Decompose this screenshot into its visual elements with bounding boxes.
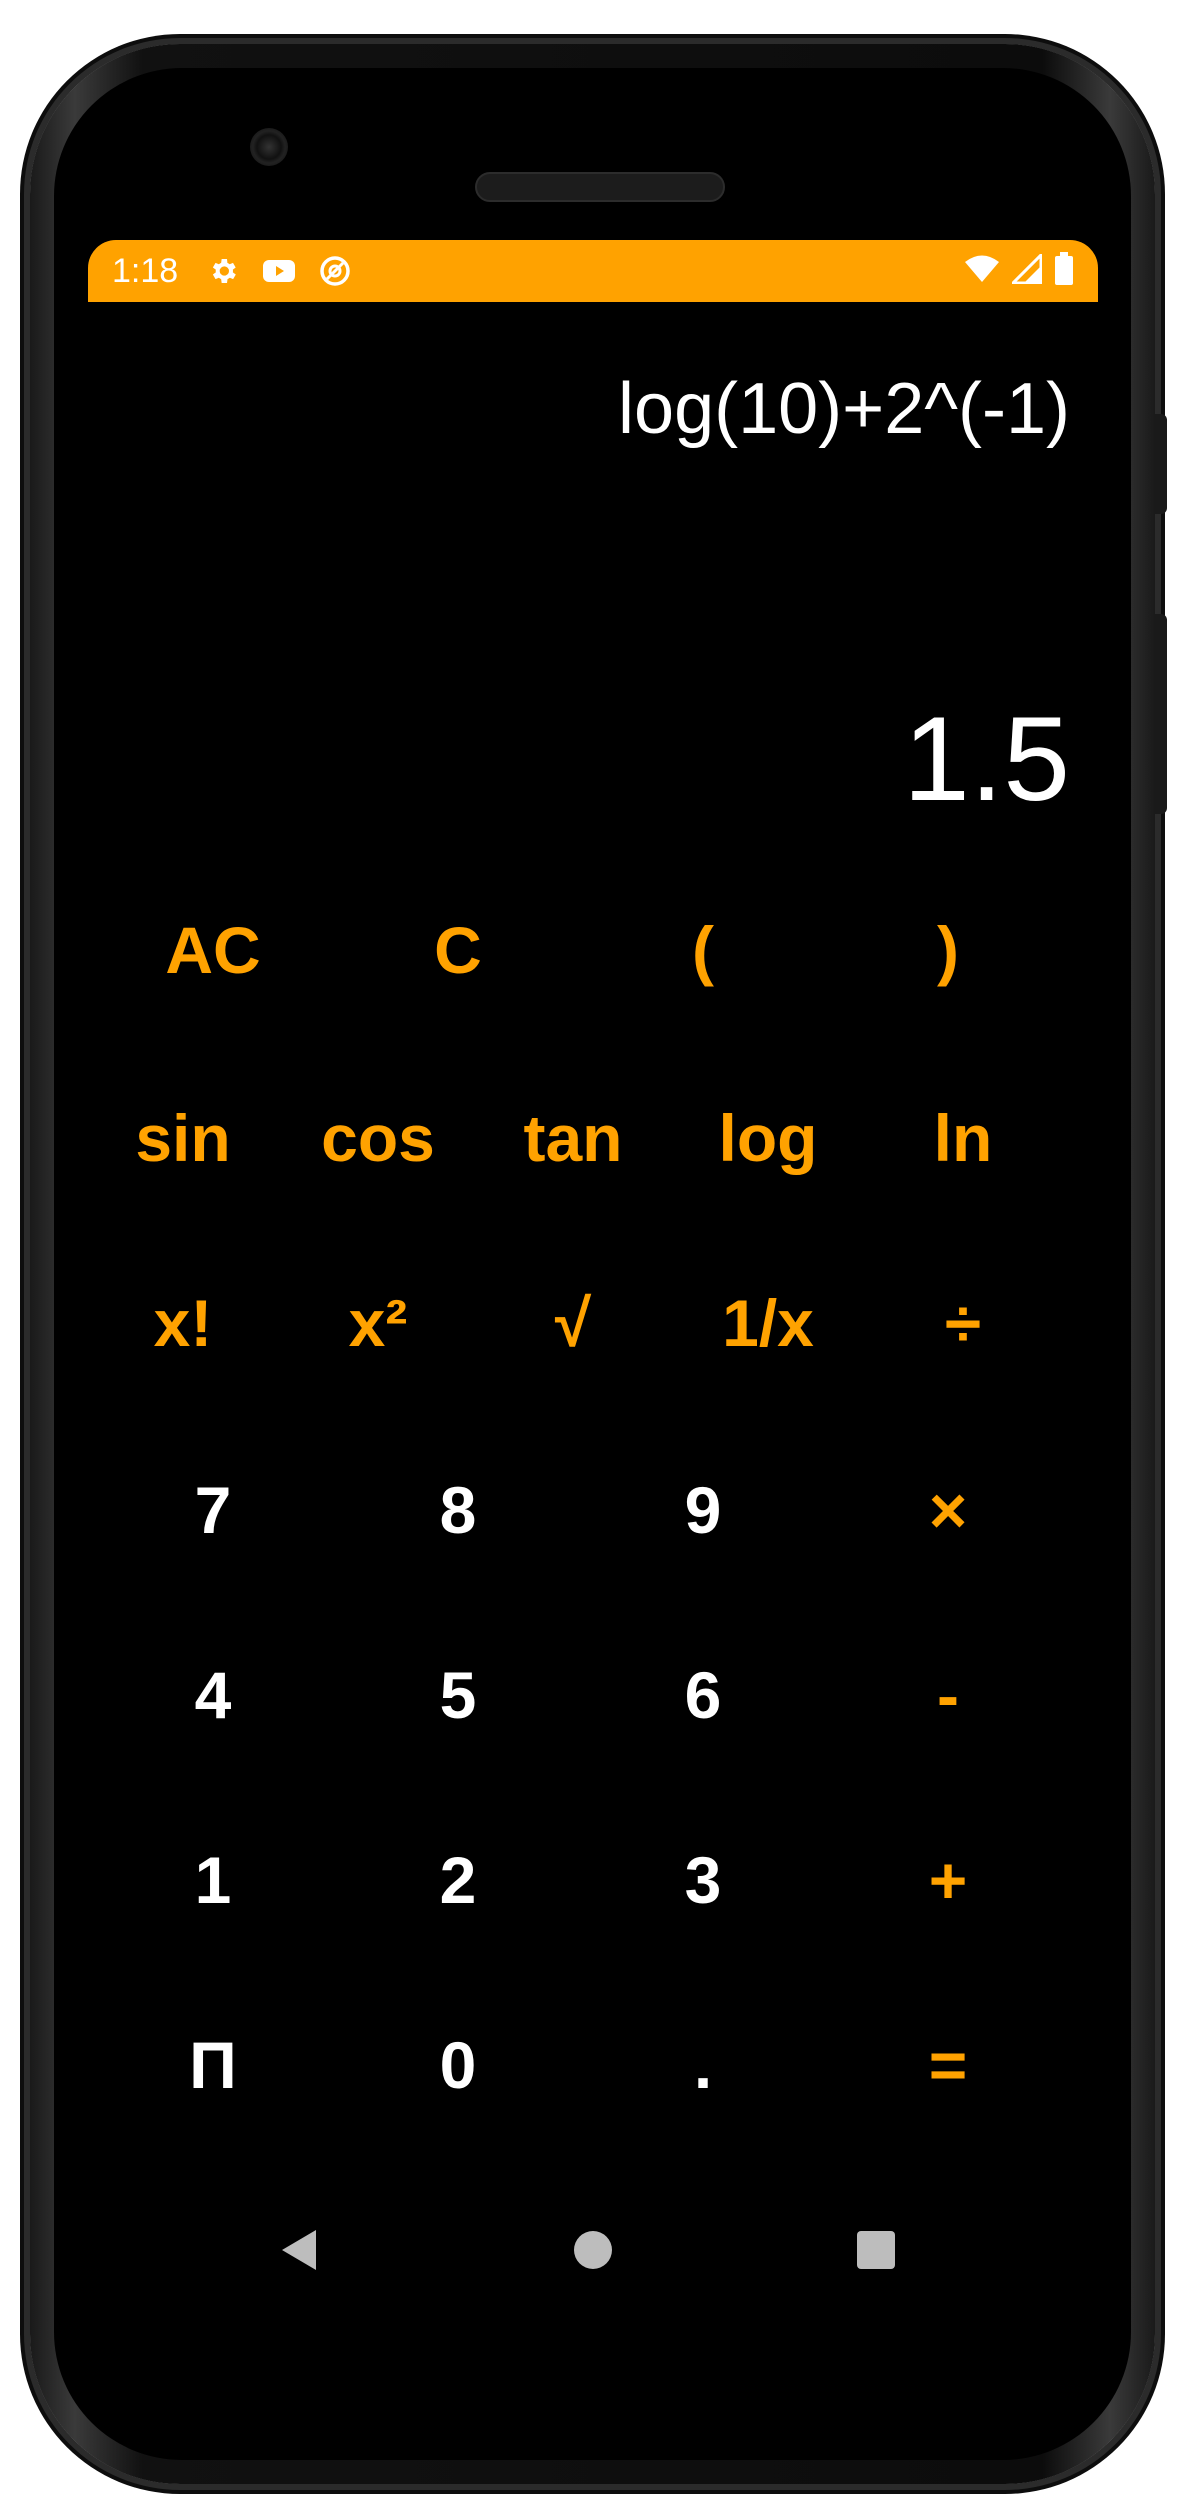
decimal-point-button[interactable]: .	[613, 2005, 793, 2125]
cos-button[interactable]: cos	[288, 1078, 468, 1198]
keypad-row-2: sin cos tan log ln	[88, 1078, 1098, 1198]
keypad-row-3: x! x² √ 1/x ÷	[88, 1263, 1098, 1383]
ln-button[interactable]: ln	[873, 1078, 1053, 1198]
home-circle-icon[interactable]	[543, 2200, 643, 2300]
battery-icon	[1054, 251, 1074, 291]
digit-1-button[interactable]: 1	[123, 1820, 303, 1940]
subtract-button[interactable]: -	[858, 1635, 1038, 1755]
digit-9-button[interactable]: 9	[613, 1450, 793, 1570]
keypad-row-7: Π 0 . =	[88, 2005, 1098, 2125]
recents-square-icon[interactable]	[826, 2200, 926, 2300]
digit-7-button[interactable]: 7	[123, 1450, 303, 1570]
keypad-row-6: 1 2 3 +	[88, 1820, 1098, 1940]
digit-2-button[interactable]: 2	[368, 1820, 548, 1940]
pi-button[interactable]: Π	[123, 2005, 303, 2125]
keypad-row-5: 4 5 6 -	[88, 1635, 1098, 1755]
clear-button[interactable]: C	[368, 890, 548, 1010]
tan-button[interactable]: tan	[483, 1078, 663, 1198]
status-time: 1:18	[112, 251, 179, 290]
digit-4-button[interactable]: 4	[123, 1635, 303, 1755]
settings-gear-icon	[206, 254, 240, 288]
digit-6-button[interactable]: 6	[613, 1635, 793, 1755]
status-bar: 1:18	[88, 240, 1098, 302]
back-triangle-icon[interactable]	[248, 2200, 348, 2300]
expression-display: log(10)+2^(-1)	[618, 369, 1070, 449]
digit-8-button[interactable]: 8	[368, 1450, 548, 1570]
multiply-button[interactable]: ×	[858, 1450, 1038, 1570]
digit-5-button[interactable]: 5	[368, 1635, 548, 1755]
result-display: 1.5	[903, 692, 1070, 826]
keypad-row-4: 7 8 9 ×	[88, 1450, 1098, 1570]
square-button[interactable]: x²	[288, 1263, 468, 1383]
power-button	[1155, 414, 1167, 514]
close-paren-button[interactable]: )	[858, 890, 1038, 1010]
equals-button[interactable]: =	[858, 2005, 1038, 2125]
keypad-row-1: AC C ( )	[88, 890, 1098, 1010]
log-button[interactable]: log	[678, 1078, 858, 1198]
volume-button	[1155, 614, 1167, 814]
sqrt-button[interactable]: √	[483, 1263, 663, 1383]
factorial-button[interactable]: x!	[93, 1263, 273, 1383]
digit-3-button[interactable]: 3	[613, 1820, 793, 1940]
add-button[interactable]: +	[858, 1820, 1038, 1940]
reciprocal-button[interactable]: 1/x	[678, 1263, 858, 1383]
all-clear-button[interactable]: AC	[123, 890, 303, 1010]
youtube-icon	[262, 254, 296, 288]
at-sign-icon	[318, 254, 352, 288]
calculator-screen: 1:18 log(10)+2^(-1) 1.5 AC C ( ) sin cos…	[88, 240, 1098, 2320]
earpiece-speaker	[475, 172, 725, 202]
front-camera	[250, 128, 288, 166]
navigation-bar	[88, 2200, 1098, 2300]
open-paren-button[interactable]: (	[613, 890, 793, 1010]
divide-button[interactable]: ÷	[873, 1263, 1053, 1383]
cellular-signal-icon	[1009, 250, 1043, 289]
sin-button[interactable]: sin	[93, 1078, 273, 1198]
digit-0-button[interactable]: 0	[368, 2005, 548, 2125]
wifi-icon	[964, 255, 1000, 288]
